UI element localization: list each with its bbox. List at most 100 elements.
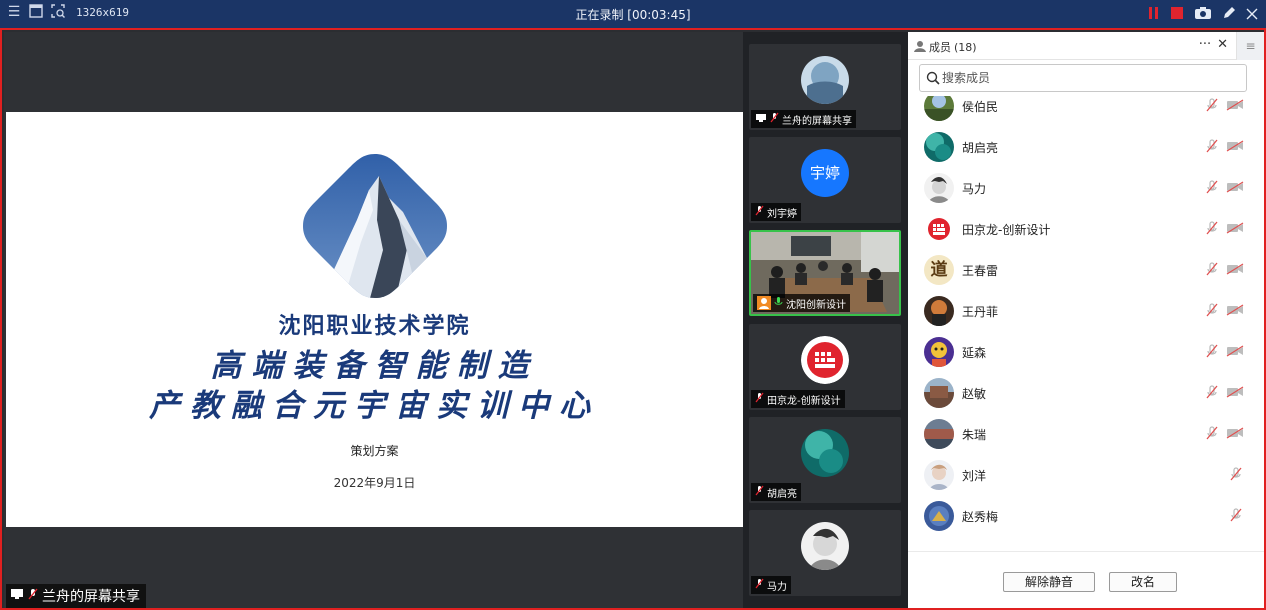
video-tile-huqiliang[interactable]: 胡启亮 (749, 417, 901, 503)
video-tile-label: 田京龙-创新设计 (751, 390, 845, 408)
school-name: 沈阳职业技术学院 (278, 313, 471, 339)
screen-share-label-text: 兰舟的屏幕共享 (42, 589, 140, 605)
list-item[interactable]: 赵秀梅 (908, 495, 1264, 536)
list-item[interactable]: 刘洋 (908, 454, 1264, 495)
member-name: 赵秀梅 (962, 510, 999, 524)
camera-off-icon[interactable] (1226, 140, 1244, 152)
camera-off-icon[interactable] (1226, 427, 1244, 439)
video-tile-name: 沈阳创新设计 (786, 299, 846, 311)
list-item[interactable]: 王丹菲 (908, 290, 1264, 331)
camera-icon[interactable] (1194, 5, 1212, 24)
video-tile-label: 沈阳创新设计 (753, 294, 850, 312)
slide-subtitle: 策划方案 (350, 444, 399, 458)
camera-off-icon[interactable] (1226, 345, 1244, 357)
member-name: 赵敏 (962, 387, 987, 401)
mountain-logo (303, 154, 447, 298)
slide-date: 2022年9月1日 (333, 476, 416, 490)
mic-muted-icon[interactable] (1204, 343, 1220, 359)
avatar (924, 378, 954, 408)
mic-muted-icon[interactable] (1204, 179, 1220, 195)
member-name: 王春雷 (962, 264, 999, 278)
video-tile-shenyang-design[interactable]: 沈阳创新设计 (749, 230, 901, 316)
window-icon[interactable] (28, 4, 44, 20)
mic-muted-icon[interactable] (1228, 507, 1244, 523)
list-item[interactable]: 马力 (908, 167, 1264, 208)
search-icon (926, 71, 940, 85)
avatar (924, 460, 954, 490)
mic-muted-icon (755, 205, 764, 219)
list-item[interactable]: 侯伯民 (908, 96, 1264, 126)
video-tile-name: 胡启亮 (767, 488, 797, 500)
avatar (924, 132, 954, 162)
pen-icon[interactable] (1222, 5, 1236, 24)
mic-muted-icon (755, 392, 764, 406)
video-tile-label: 刘宇婷 (751, 203, 801, 221)
video-tile-tianjinglong[interactable]: 田京龙-创新设计 (749, 324, 901, 410)
member-name: 胡启亮 (962, 141, 999, 155)
close-icon[interactable]: ✕ (1217, 37, 1228, 52)
member-list: 侯伯民 胡启亮 马力 田京龙-创新设计 道 王春雷 王丹菲 延森 赵敏 朱瑞 刘… (908, 96, 1264, 551)
rename-button[interactable]: 改名 (1109, 572, 1177, 592)
avatar (801, 56, 849, 104)
camera-off-icon[interactable] (1226, 304, 1244, 316)
camera-off-icon[interactable] (1226, 99, 1244, 111)
search-input[interactable] (942, 69, 1242, 87)
video-tile-mali[interactable]: 马力 (749, 510, 901, 596)
video-tile-name: 兰舟的屏幕共享 (782, 115, 852, 127)
recording-status: 正在录制 [00:03:45] (575, 8, 691, 22)
mic-muted-icon[interactable] (1204, 138, 1220, 154)
list-item[interactable]: 赵敏 (908, 372, 1264, 413)
panel-menu-icon[interactable]: ≡ (1236, 32, 1264, 60)
recording-frame: 沈阳职业技术学院 高端装备智能制造 产教融合元宇宙实训中心 策划方案 2022年… (0, 28, 1266, 610)
mic-muted-icon[interactable] (1204, 220, 1220, 236)
members-title-text: 成员 (929, 41, 951, 54)
close-icon[interactable] (1246, 5, 1258, 24)
unmute-button[interactable]: 解除静音 (1003, 572, 1095, 592)
list-item[interactable]: 朱瑞 (908, 413, 1264, 454)
member-name: 朱瑞 (962, 428, 987, 442)
mic-muted-icon[interactable] (1204, 261, 1220, 277)
video-tile-screen-share[interactable]: 兰舟的屏幕共享 (749, 44, 901, 130)
stop-icon[interactable] (1170, 5, 1184, 24)
slide-title-line2: 产教融合元宇宙实训中心 (149, 388, 600, 424)
camera-off-icon[interactable] (1226, 181, 1244, 193)
avatar: 道 (924, 255, 954, 285)
members-panel: 成员 (18) ··· ✕ ≡ 侯伯民 胡启亮 (908, 32, 1264, 608)
screen-share-label: 兰舟的屏幕共享 (6, 584, 146, 608)
shared-screen-area[interactable]: 沈阳职业技术学院 高端装备智能制造 产教融合元宇宙实训中心 策划方案 2022年… (4, 32, 743, 608)
mic-muted-icon[interactable] (1204, 425, 1220, 441)
mic-muted-icon[interactable] (1228, 466, 1244, 482)
members-count: (18) (954, 40, 977, 54)
camera-off-icon[interactable] (1226, 386, 1244, 398)
camera-off-icon[interactable] (1226, 222, 1244, 234)
more-icon[interactable]: ··· (1199, 37, 1211, 52)
mic-muted-icon (755, 485, 764, 499)
list-item[interactable]: 延森 (908, 331, 1264, 372)
mic-muted-icon (755, 578, 764, 592)
list-item[interactable]: 道 王春雷 (908, 249, 1264, 290)
mic-muted-icon[interactable] (1204, 384, 1220, 400)
avatar (801, 522, 849, 570)
member-search[interactable] (919, 64, 1247, 92)
mic-muted-icon (770, 112, 779, 126)
mic-active-icon (774, 296, 783, 310)
hamburger-menu-icon[interactable]: ☰ (6, 4, 22, 20)
list-item[interactable]: 田京龙-创新设计 (908, 208, 1264, 249)
mic-muted-icon[interactable] (1204, 97, 1220, 113)
pause-icon[interactable] (1148, 5, 1160, 24)
camera-off-icon[interactable] (1226, 263, 1244, 275)
mic-muted-icon[interactable] (1204, 302, 1220, 318)
recording-resolution: 1326x619 (76, 5, 129, 19)
slide-title-line1: 高端装备智能制造 (210, 348, 539, 384)
region-select-icon[interactable] (50, 4, 66, 20)
video-tile-label: 马力 (751, 576, 791, 594)
video-tile-liuyuting[interactable]: 宇婷 刘宇婷 (749, 137, 901, 223)
person-icon (757, 296, 771, 310)
members-footer: 解除静音 改名 (908, 551, 1264, 608)
video-tile-label: 兰舟的屏幕共享 (751, 110, 856, 128)
members-header: 成员 (18) ··· ✕ ≡ (908, 32, 1264, 60)
mic-muted-icon (28, 588, 38, 604)
presentation-slide: 沈阳职业技术学院 高端装备智能制造 产教融合元宇宙实训中心 策划方案 2022年… (6, 112, 743, 527)
list-item[interactable]: 胡启亮 (908, 126, 1264, 167)
member-name: 延森 (962, 346, 987, 360)
